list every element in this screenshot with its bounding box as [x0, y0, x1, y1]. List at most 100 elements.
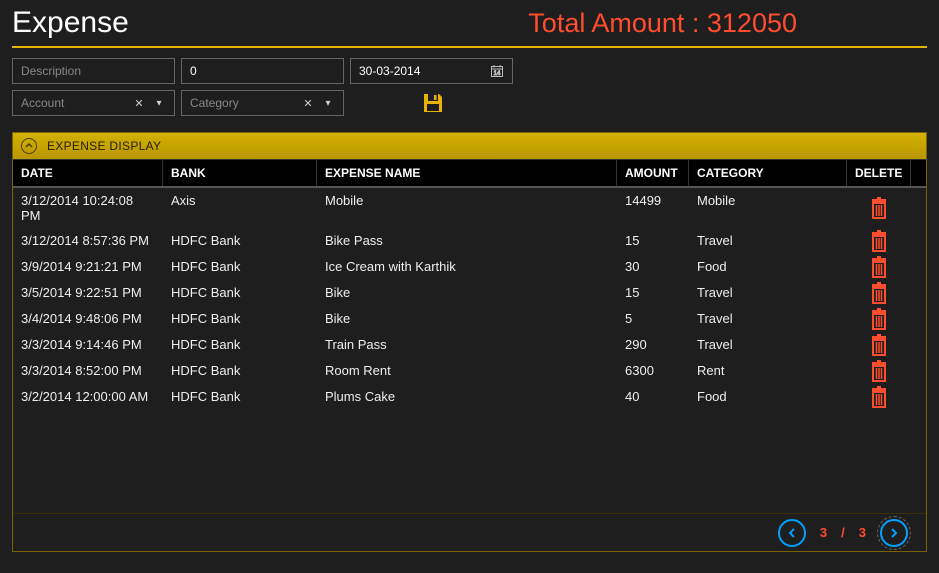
chevron-down-icon[interactable] — [321, 96, 335, 110]
account-combo[interactable] — [12, 90, 175, 116]
delete-button[interactable] — [847, 306, 911, 332]
cell-name: Mobile — [317, 188, 617, 228]
clear-icon[interactable] — [301, 96, 315, 110]
cell-spacer — [911, 188, 926, 228]
cell-name: Room Rent — [317, 358, 617, 384]
cell-category: Food — [689, 384, 847, 410]
account-input[interactable] — [21, 96, 132, 110]
trash-icon — [869, 360, 889, 382]
table-body: 3/12/2014 10:24:08 PMAxisMobile14499Mobi… — [13, 188, 926, 513]
delete-button[interactable] — [847, 188, 911, 228]
cell-name: Bike — [317, 306, 617, 332]
col-bank[interactable]: BANK — [163, 160, 317, 186]
cell-bank: Axis — [163, 188, 317, 228]
cell-spacer — [911, 332, 926, 358]
delete-button[interactable] — [847, 254, 911, 280]
cell-bank: HDFC Bank — [163, 358, 317, 384]
cell-spacer — [911, 358, 926, 384]
amount-input-wrapper[interactable] — [181, 58, 344, 84]
cell-name: Bike Pass — [317, 228, 617, 254]
table-row[interactable]: 3/9/2014 9:21:21 PMHDFC BankIce Cream wi… — [13, 254, 926, 280]
table-row[interactable]: 3/3/2014 9:14:46 PMHDFC BankTrain Pass29… — [13, 332, 926, 358]
description-input[interactable] — [21, 64, 166, 78]
page-total: 3 — [859, 525, 866, 540]
cell-name: Plums Cake — [317, 384, 617, 410]
chevron-down-icon[interactable] — [152, 96, 166, 110]
cell-amount: 6300 — [617, 358, 689, 384]
cell-spacer — [911, 306, 926, 332]
next-page-button[interactable] — [880, 519, 908, 547]
delete-button[interactable] — [847, 358, 911, 384]
trash-icon — [869, 230, 889, 252]
cell-bank: HDFC Bank — [163, 384, 317, 410]
trash-icon — [869, 308, 889, 330]
cell-date: 3/5/2014 9:22:51 PM — [13, 280, 163, 306]
cell-category: Mobile — [689, 188, 847, 228]
cell-date: 3/3/2014 8:52:00 PM — [13, 358, 163, 384]
panel-header[interactable]: EXPENSE DISPLAY — [13, 133, 926, 159]
date-input-wrapper[interactable]: 14 — [350, 58, 513, 84]
panel-title: EXPENSE DISPLAY — [47, 139, 161, 153]
table-row[interactable]: 3/4/2014 9:48:06 PMHDFC BankBike5Travel — [13, 306, 926, 332]
table-header: DATE BANK EXPENSE NAME AMOUNT CATEGORY D… — [13, 159, 926, 188]
table-row[interactable]: 3/2/2014 12:00:00 AMHDFC BankPlums Cake4… — [13, 384, 926, 410]
table-row[interactable]: 3/12/2014 8:57:36 PMHDFC BankBike Pass15… — [13, 228, 926, 254]
cell-date: 3/12/2014 10:24:08 PM — [13, 188, 163, 228]
delete-button[interactable] — [847, 384, 911, 410]
page-current: 3 — [820, 525, 827, 540]
header: Expense Total Amount : 312050 — [0, 0, 939, 40]
cell-name: Train Pass — [317, 332, 617, 358]
filter-row-2 — [0, 90, 939, 122]
cell-category: Travel — [689, 280, 847, 306]
col-spacer — [911, 160, 927, 186]
table-row[interactable]: 3/12/2014 10:24:08 PMAxisMobile14499Mobi… — [13, 188, 926, 228]
col-amount[interactable]: AMOUNT — [617, 160, 689, 186]
calendar-icon[interactable]: 14 — [490, 64, 504, 78]
cell-date: 3/4/2014 9:48:06 PM — [13, 306, 163, 332]
cell-spacer — [911, 384, 926, 410]
category-combo[interactable] — [181, 90, 344, 116]
page-separator: / — [841, 525, 845, 540]
table-row[interactable]: 3/3/2014 8:52:00 PMHDFC BankRoom Rent630… — [13, 358, 926, 384]
cell-amount: 5 — [617, 306, 689, 332]
cell-amount: 15 — [617, 280, 689, 306]
col-delete[interactable]: DELETE — [847, 160, 911, 186]
svg-text:14: 14 — [494, 71, 501, 77]
cell-category: Travel — [689, 332, 847, 358]
cell-date: 3/2/2014 12:00:00 AM — [13, 384, 163, 410]
delete-button[interactable] — [847, 228, 911, 254]
cell-amount: 14499 — [617, 188, 689, 228]
prev-page-button[interactable] — [778, 519, 806, 547]
cell-amount: 290 — [617, 332, 689, 358]
cell-date: 3/3/2014 9:14:46 PM — [13, 332, 163, 358]
clear-icon[interactable] — [132, 96, 146, 110]
trash-icon — [869, 197, 889, 219]
cell-name: Bike — [317, 280, 617, 306]
cell-amount: 30 — [617, 254, 689, 280]
col-date[interactable]: DATE — [13, 160, 163, 186]
date-input[interactable] — [359, 64, 490, 78]
cell-spacer — [911, 254, 926, 280]
amount-input[interactable] — [190, 64, 335, 78]
description-input-wrapper[interactable] — [12, 58, 175, 84]
cell-spacer — [911, 280, 926, 306]
cell-bank: HDFC Bank — [163, 306, 317, 332]
pager: 3 / 3 — [13, 513, 926, 551]
col-name[interactable]: EXPENSE NAME — [317, 160, 617, 186]
trash-icon — [869, 256, 889, 278]
table-row[interactable]: 3/5/2014 9:22:51 PMHDFC BankBike15Travel — [13, 280, 926, 306]
cell-category: Food — [689, 254, 847, 280]
trash-icon — [869, 386, 889, 408]
collapse-icon[interactable] — [21, 138, 37, 154]
cell-category: Rent — [689, 358, 847, 384]
page-title: Expense — [12, 6, 129, 40]
col-category[interactable]: CATEGORY — [689, 160, 847, 186]
delete-button[interactable] — [847, 280, 911, 306]
cell-date: 3/9/2014 9:21:21 PM — [13, 254, 163, 280]
cell-category: Travel — [689, 306, 847, 332]
trash-icon — [869, 282, 889, 304]
delete-button[interactable] — [847, 332, 911, 358]
cell-bank: HDFC Bank — [163, 228, 317, 254]
save-button[interactable] — [420, 90, 446, 116]
category-input[interactable] — [190, 96, 301, 110]
